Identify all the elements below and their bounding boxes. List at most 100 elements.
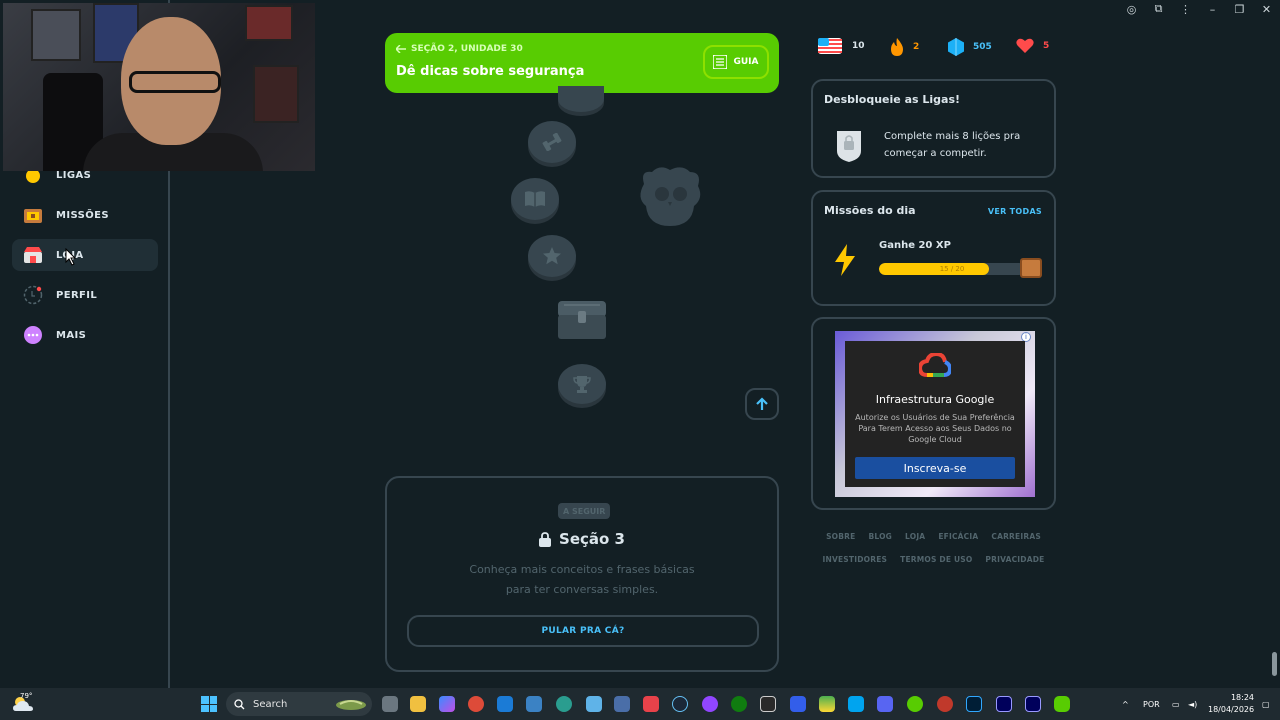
app-icon-17[interactable] <box>848 696 864 712</box>
epic-games-icon[interactable] <box>760 696 776 712</box>
tray-chevron-icon[interactable]: ^ <box>1122 688 1129 720</box>
lesson-node-dumbbell[interactable] <box>528 121 576 163</box>
unit-subtitle: SEÇÃO 2, UNIDADE 30 <box>411 44 523 54</box>
treasure-chest-icon <box>558 301 606 339</box>
footer-link-about[interactable]: SOBRE <box>826 532 855 541</box>
sidebar-item-quests[interactable]: MISSÕES <box>12 199 158 231</box>
footer-link-store[interactable]: LOJA <box>905 532 925 541</box>
duo-mascot-icon <box>636 164 704 230</box>
weather-temperature: 79° <box>20 692 33 700</box>
premiere-icon[interactable] <box>996 696 1012 712</box>
ad-text: Autorize os Usuários de Sua Preferência … <box>855 413 1015 444</box>
sidebar-item-profile[interactable]: PERFIL <box>12 279 158 311</box>
steam-icon[interactable] <box>672 696 688 712</box>
lesson-node-story[interactable] <box>511 178 559 220</box>
app-icon-6[interactable] <box>526 696 542 712</box>
taskbar-clock[interactable]: 18:24 18/04/2026 <box>1208 692 1254 716</box>
sidebar-item-label: PERFIL <box>56 289 98 301</box>
task-view-icon[interactable] <box>382 696 398 712</box>
app-icon-9[interactable] <box>614 696 630 712</box>
lesson-node-partial[interactable] <box>558 86 604 112</box>
advertisement[interactable]: i Infraestrutura Google Autorize os Usuá… <box>835 331 1035 497</box>
us-flag-icon <box>818 38 842 54</box>
eye-off-icon[interactable]: ◎ <box>1118 0 1145 18</box>
app-icon-10[interactable] <box>643 696 659 712</box>
footer-link-careers[interactable]: CARREIRAS <box>991 532 1041 541</box>
ad-signup-button[interactable]: Inscreva-se <box>855 457 1015 479</box>
profile-avatar-icon <box>23 285 43 305</box>
footer-row-2: INVESTIDORES TERMOS DE USO PRIVACIDADE <box>811 555 1056 564</box>
guide-label: GUIA <box>733 57 759 67</box>
hearts-count: 5 <box>1043 40 1050 51</box>
app-icon-19[interactable] <box>907 696 923 712</box>
duolingo-app-icon[interactable] <box>1054 696 1070 712</box>
more-dots-icon <box>23 325 43 345</box>
app-icon-18[interactable] <box>877 696 893 712</box>
volume-icon[interactable]: ◄) <box>1188 688 1197 720</box>
app-icon-12[interactable] <box>702 696 718 712</box>
file-explorer-icon[interactable] <box>410 696 426 712</box>
taskbar-search-placeholder: Search <box>253 698 288 710</box>
leagues-text: Complete mais 8 lições pra começar a com… <box>884 131 1021 159</box>
photoshop-icon[interactable] <box>966 696 982 712</box>
scroll-up-button[interactable] <box>745 388 779 420</box>
hearts-stat[interactable]: 5 <box>1016 38 1049 53</box>
app-icon-7[interactable] <box>556 696 572 712</box>
footer-link-terms[interactable]: TERMOS DE USO <box>900 555 972 564</box>
treasure-chest-node[interactable] <box>556 297 608 343</box>
next-badge: A SEGUIR <box>558 503 611 519</box>
locked-league-shield-icon <box>837 131 861 162</box>
app-icon-16[interactable] <box>819 696 835 712</box>
guidebook-icon <box>713 55 728 69</box>
xbox-icon[interactable] <box>731 696 747 712</box>
unit-back-link[interactable]: SEÇÃO 2, UNIDADE 30 <box>396 44 523 54</box>
extensions-icon[interactable]: ⧉ <box>1145 0 1172 18</box>
app-icon-20[interactable] <box>937 696 953 712</box>
footer-link-privacy[interactable]: PRIVACIDADE <box>985 555 1044 564</box>
notifications-icon[interactable]: ▢ <box>1262 688 1270 720</box>
minimize-icon[interactable]: – <box>1199 0 1226 18</box>
vscode-icon[interactable] <box>497 696 513 712</box>
sidebar-item-label: MAIS <box>56 329 87 341</box>
quests-title: Missões do dia <box>824 204 916 217</box>
stats-bar: 10 2 505 5 <box>818 38 1058 58</box>
network-icon[interactable]: ▭ <box>1172 688 1180 720</box>
close-icon[interactable]: ✕ <box>1253 0 1280 18</box>
guide-button[interactable]: GUIA <box>703 45 769 79</box>
next-section-card: A SEGUIR Seção 3 Conheça mais conceitos … <box>385 476 779 672</box>
sidebar-item-shop[interactable]: LOJA <box>12 239 158 271</box>
app-icon-15[interactable] <box>790 696 806 712</box>
heart-icon <box>1016 38 1034 53</box>
footer-link-blog[interactable]: BLOG <box>868 532 892 541</box>
footer-link-efficacy[interactable]: EFICÁCIA <box>938 532 978 541</box>
lesson-node-trophy[interactable] <box>558 364 606 404</box>
page-scrollbar[interactable] <box>1272 652 1277 676</box>
section-title-text: Seção 3 <box>559 530 625 548</box>
skip-to-section-button[interactable]: PULAR PRA CÁ? <box>407 615 759 647</box>
browser-toolbar: ◎ ⧉ ⋮ – ❐ ✕ <box>1118 0 1280 18</box>
clock-time: 18:24 <box>1230 693 1254 702</box>
book-icon <box>525 191 545 207</box>
course-stat[interactable]: 10 <box>818 38 865 54</box>
copilot-icon[interactable] <box>439 696 455 712</box>
ad-title: Infraestrutura Google <box>875 393 995 406</box>
see-all-link[interactable]: VER TODAS <box>988 207 1042 216</box>
language-indicator[interactable]: POR <box>1143 688 1160 720</box>
streak-count: 2 <box>913 42 920 52</box>
media-encoder-icon[interactable] <box>1025 696 1041 712</box>
gem-icon <box>948 38 964 56</box>
leagues-card: Desbloqueie as Ligas! Complete mais 8 li… <box>811 79 1056 178</box>
app-icon-8[interactable] <box>586 696 602 712</box>
taskbar-search[interactable]: Search <box>226 692 372 716</box>
arrow-up-icon <box>756 397 768 410</box>
footer-link-investors[interactable]: INVESTIDORES <box>823 555 888 564</box>
menu-dots-icon[interactable]: ⋮ <box>1172 0 1199 18</box>
restore-icon[interactable]: ❐ <box>1226 0 1253 18</box>
quests-chest-icon <box>23 205 43 225</box>
lesson-node-star[interactable] <box>528 235 576 277</box>
streak-stat[interactable]: 2 <box>890 38 919 56</box>
chrome-icon[interactable] <box>468 696 484 712</box>
sidebar-item-more[interactable]: MAIS <box>12 319 158 351</box>
gems-stat[interactable]: 505 <box>948 38 992 56</box>
windows-start-icon[interactable] <box>201 696 217 712</box>
